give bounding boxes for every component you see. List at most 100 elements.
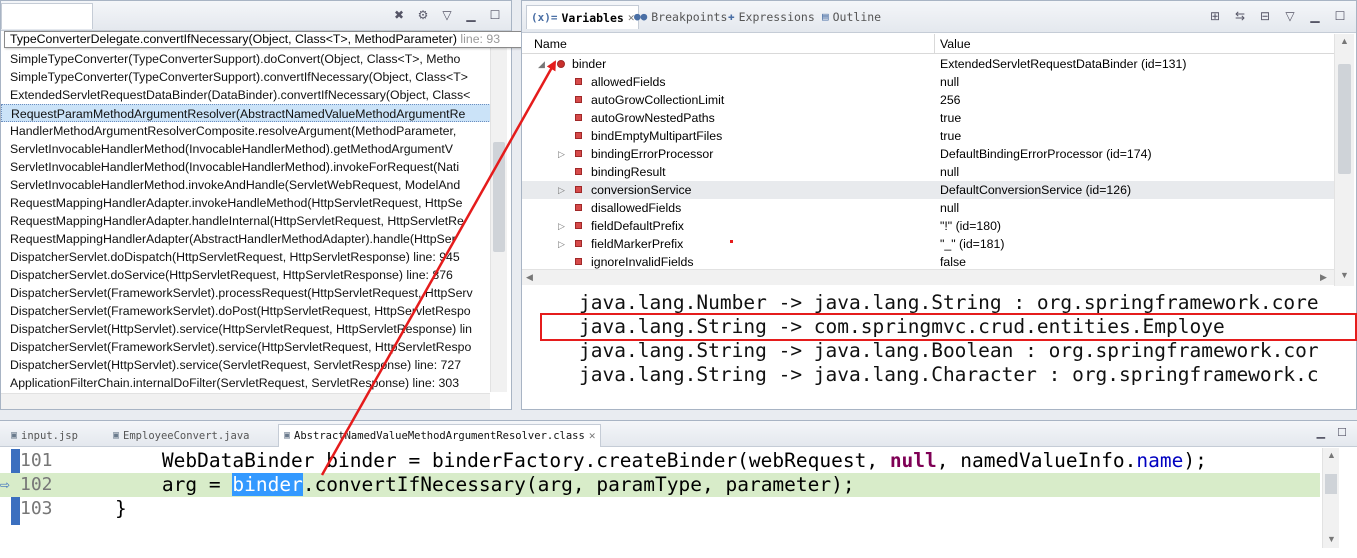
tab-input-jsp-label: input.jsp [21,429,78,442]
scrollbar-thumb[interactable] [1325,474,1337,494]
variable-name: autoGrowNestedPaths [591,111,715,125]
stack-frame[interactable]: ServletInvocableHandlerMethod(InvocableH… [1,140,491,158]
tab-expressions[interactable]: ✚ Expressions [724,5,819,29]
variable-value: DefaultBindingErrorProcessor (id=174) [940,147,1152,161]
variable-row[interactable]: ▷ fieldMarkerPrefix "_" (id=181) [522,235,1334,253]
variable-name: fieldMarkerPrefix [591,237,684,251]
outline-icon: ▤ [822,10,829,23]
scroll-up-icon[interactable]: ▲ [1327,450,1336,460]
variable-row[interactable]: bindEmptyMultipartFiles true [522,127,1334,145]
variables-view-toolbar: ⊞ ⇆ ⊟ ▽ ▁ ☐ [1207,8,1348,24]
column-value-header[interactable]: Value [940,34,971,54]
view-menu-icon[interactable]: ▽ [1282,8,1298,24]
stack-frame[interactable]: ServletInvocableHandlerMethod(InvocableH… [1,158,491,176]
stack-frame[interactable]: DispatcherServlet(FrameworkServlet).serv… [1,338,491,356]
collapse-arrow-icon[interactable]: ◢ [538,55,548,73]
expand-arrow-icon[interactable]: ▷ [558,181,568,199]
tab-expressions-label: Expressions [738,10,815,24]
maximize-icon[interactable]: ☐ [487,7,503,23]
code-line-current-instruction[interactable]: ⇨ 102 arg = binder.convertIfNecessary(ar… [0,473,1320,497]
variable-row[interactable]: allowedFields null [522,73,1334,91]
collapse-all-icon[interactable]: ⊟ [1257,8,1273,24]
variable-row[interactable]: autoGrowCollectionLimit 256 [522,91,1334,109]
debug-view-titlebar: ✖ ⚙ ▽ ▁ ☐ [1,1,511,31]
editor-vertical-scrollbar[interactable]: ▲ ▼ [1322,448,1339,548]
line-number: 103 [20,498,53,519]
show-type-names-icon[interactable]: ⊞ [1207,8,1223,24]
maximize-icon[interactable]: ☐ [1332,8,1348,24]
scrollbar-thumb[interactable] [493,142,505,252]
stack-frame[interactable]: RequestMappingHandlerAdapter.invokeHandl… [1,194,491,212]
tab-input-jsp[interactable]: ▣ input.jsp [6,424,83,447]
scroll-left-icon[interactable]: ◀ [526,272,533,283]
stack-vertical-scrollbar[interactable] [490,32,507,392]
variable-row[interactable]: ▷ conversionService DefaultConversionServi… [522,181,1334,199]
code-line[interactable]: 103 } [0,497,1320,521]
show-logical-structure-icon[interactable]: ⇆ [1232,8,1248,24]
stack-frame[interactable]: SimpleTypeConverter(TypeConverterSupport… [1,68,491,86]
stack-frame[interactable]: ExtendedServletRequestDataBinder(DataBin… [1,86,491,104]
view-menu-icon[interactable]: ▽ [439,7,455,23]
tab-breakpoints[interactable]: ●● Breakpoints [630,5,731,29]
stack-frame[interactable]: HandlerMethodArgumentResolverComposite.r… [1,122,491,140]
expand-arrow-icon[interactable]: ▷ [558,145,568,163]
stack-frame[interactable]: ServletInvocableHandlerMethod.invokeAndH… [1,176,491,194]
minimize-icon[interactable]: ▁ [1317,426,1325,439]
variable-row[interactable]: autoGrowNestedPaths true [522,109,1334,127]
tab-outline[interactable]: ▤ Outline [818,5,885,29]
variable-value: false [940,255,966,269]
variable-value: true [940,129,962,143]
variables-icon: (x)= [531,10,558,24]
variable-row[interactable]: ignoreInvalidFields false [522,253,1334,269]
code-line[interactable]: 101 WebDataBinder binder = binderFactory… [0,449,1320,473]
variable-detail-pane[interactable]: java.lang.Number -> java.lang.String : o… [522,287,1356,407]
stack-frame[interactable]: DispatcherServlet(HttpServlet).service(H… [1,320,491,338]
stack-frame[interactable]: DispatcherServlet(HttpServlet).service(S… [1,356,491,374]
variable-row[interactable]: ▷ bindingErrorProcessor DefaultBindingErro… [522,145,1334,163]
variable-row[interactable]: ▷ fieldDefaultPrefix "!" (id=180) [522,217,1334,235]
debug-settings-icon[interactable]: ⚙ [415,7,431,23]
remove-terminated-icon[interactable]: ✖ [391,7,407,23]
line-number: 102 [20,474,53,495]
close-icon[interactable]: ✕ [589,425,596,447]
code-area[interactable]: 101 WebDataBinder binder = binderFactory… [0,448,1320,558]
maximize-icon[interactable]: ☐ [1337,426,1347,439]
scrollbar-thumb[interactable] [1338,64,1351,174]
variable-row[interactable]: disallowedFields null [522,199,1334,217]
tab-employeeconvert-java[interactable]: ▣ EmployeeConvert.java [108,424,254,447]
variable-name: binder [572,57,607,71]
scroll-right-icon[interactable]: ▶ [1320,272,1327,283]
stack-frame[interactable]: DispatcherServlet.doService(HttpServletR… [1,266,491,284]
stack-frame[interactable]: RequestParamMethodArgumentResolver(Abstr… [1,104,491,122]
column-separator[interactable] [934,34,935,54]
variable-field-icon [557,60,565,68]
variable-row[interactable]: bindingResult null [522,163,1334,181]
minimize-icon[interactable]: ▁ [1307,8,1323,24]
scroll-down-icon[interactable]: ▼ [1327,534,1336,544]
variables-vertical-scrollbar[interactable]: ▲ ▼ [1334,34,1354,286]
line-number: 101 [20,450,53,471]
stack-frame[interactable]: ApplicationFilterChain.internalDoFilter(… [1,374,491,392]
expand-arrow-icon[interactable]: ▷ [558,217,568,235]
tab-variables[interactable]: (x)= Variables ✕ [526,5,640,29]
scroll-up-icon[interactable]: ▲ [1340,36,1349,46]
stack-frame[interactable]: RequestMappingHandlerAdapter(AbstractHan… [1,230,491,248]
stack-frame[interactable]: RequestMappingHandlerAdapter.handleInter… [1,212,491,230]
stack-frame[interactable]: DispatcherServlet(FrameworkServlet).doPo… [1,302,491,320]
variables-horizontal-scrollbar[interactable]: ◀ ▶ [522,269,1334,285]
scroll-down-icon[interactable]: ▼ [1340,270,1349,280]
debug-view-tab[interactable] [1,3,93,29]
tooltip-text: TypeConverterDelegate.convertIfNecessary… [10,32,457,46]
expand-arrow-icon[interactable]: ▷ [558,235,568,253]
stack-horizontal-scrollbar[interactable] [1,393,490,409]
tab-abstractnamedvalue-class[interactable]: ▣ AbstractNamedValueMethodArgumentResolv… [278,424,602,447]
minimize-icon[interactable]: ▁ [463,7,479,23]
stack-frame[interactable]: DispatcherServlet.doDispatch(HttpServlet… [1,248,491,266]
column-name-header[interactable]: Name [534,34,567,54]
code-text: arg = binder.convertIfNecessary(arg, par… [161,473,855,496]
variable-field-icon [575,168,582,175]
variable-row[interactable]: ◢ binder ExtendedServletRequestDataBinder … [522,55,1334,73]
stack-frame[interactable]: SimpleTypeConverter(TypeConverterSupport… [1,50,491,68]
stack-frame[interactable]: DispatcherServlet(FrameworkServlet).proc… [1,284,491,302]
detail-line: java.lang.Number -> java.lang.String : o… [579,291,1319,314]
